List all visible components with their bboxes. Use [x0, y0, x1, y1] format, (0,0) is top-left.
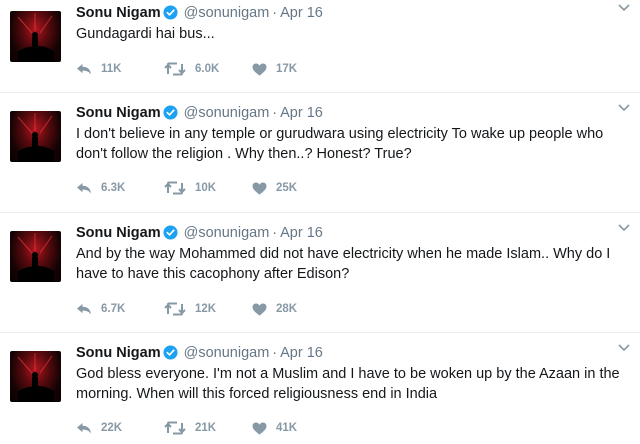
- tweet[interactable]: Sonu Nigam @sonunigam · Apr 16 Gundagardi …: [0, 0, 640, 93]
- tweet-text: And by the way Mohammed did not have ele…: [76, 246, 611, 282]
- separator-dot: ·: [272, 105, 278, 121]
- tweet-header: Sonu Nigam @sonunigam · Apr 16: [76, 343, 323, 363]
- heart-icon: [252, 63, 267, 76]
- separator-dot: ·: [272, 345, 278, 361]
- retweet-button[interactable]: 21K: [164, 421, 252, 435]
- reply-button[interactable]: 11K: [76, 63, 164, 76]
- heart-icon: [252, 422, 267, 435]
- reply-button[interactable]: 6.7K: [76, 303, 164, 316]
- like-count: 25K: [276, 182, 298, 194]
- reply-count: 22K: [101, 422, 123, 434]
- author-handle[interactable]: @sonunigam: [184, 5, 270, 21]
- verified-badge-icon: [163, 5, 178, 20]
- tweet-date[interactable]: Apr 16: [280, 5, 323, 21]
- like-button[interactable]: 28K: [252, 303, 332, 316]
- tweet-actions: 11K 6.0K 17K: [76, 62, 332, 76]
- retweet-button[interactable]: 10K: [164, 181, 252, 195]
- verified-badge-icon: [163, 345, 178, 360]
- retweet-button[interactable]: 6.0K: [164, 62, 252, 76]
- like-count: 28K: [276, 303, 298, 315]
- reply-button[interactable]: 6.3K: [76, 182, 164, 195]
- like-button[interactable]: 17K: [252, 63, 332, 76]
- retweet-count: 21K: [195, 422, 217, 434]
- verified-badge-icon: [163, 225, 178, 240]
- author-handle[interactable]: @sonunigam: [184, 225, 270, 241]
- author-handle[interactable]: @sonunigam: [184, 105, 270, 121]
- tweet-header: Sonu Nigam @sonunigam · Apr 16: [76, 3, 323, 23]
- chevron-down-icon[interactable]: [618, 104, 630, 112]
- avatar[interactable]: [10, 11, 61, 62]
- retweet-count: 12K: [195, 303, 217, 315]
- retweet-icon: [164, 181, 186, 195]
- avatar[interactable]: [10, 231, 61, 282]
- chevron-down-icon[interactable]: [618, 344, 630, 352]
- tweet[interactable]: Sonu Nigam @sonunigam · Apr 16 God bless e…: [0, 340, 640, 444]
- tweet-actions: 6.3K 10K 25K: [76, 181, 332, 195]
- retweet-count: 6.0K: [195, 63, 220, 75]
- tweet-header: Sonu Nigam @sonunigam · Apr 16: [76, 223, 323, 243]
- reply-icon: [77, 63, 91, 74]
- tweet-feed: Sonu Nigam @sonunigam · Apr 16 Gundagardi …: [0, 0, 640, 444]
- verified-badge-icon: [163, 105, 178, 120]
- tweet-header: Sonu Nigam @sonunigam · Apr 16: [76, 103, 323, 123]
- tweet-text: I don't believe in any temple or gurudwa…: [76, 126, 604, 162]
- tweet[interactable]: Sonu Nigam @sonunigam · Apr 16 And by the …: [0, 220, 640, 333]
- reply-button[interactable]: 22K: [76, 422, 164, 435]
- reply-icon: [77, 182, 91, 193]
- avatar[interactable]: [10, 351, 61, 402]
- tweet[interactable]: Sonu Nigam @sonunigam · Apr 16 I don't bel…: [0, 100, 640, 213]
- reply-count: 11K: [101, 63, 122, 75]
- author-name[interactable]: Sonu Nigam: [76, 225, 161, 241]
- like-button[interactable]: 41K: [252, 422, 332, 435]
- heart-icon: [252, 182, 267, 195]
- tweet-date[interactable]: Apr 16: [280, 225, 323, 241]
- retweet-icon: [164, 302, 186, 316]
- tweet-date[interactable]: Apr 16: [280, 105, 323, 121]
- retweet-icon: [164, 421, 186, 435]
- tweet-actions: 22K 21K 41K: [76, 421, 332, 435]
- reply-count: 6.7K: [101, 303, 126, 315]
- separator-dot: ·: [272, 225, 278, 241]
- reply-icon: [77, 422, 91, 433]
- tweet-text: God bless everyone. I'm not a Muslim and…: [76, 366, 620, 402]
- heart-icon: [252, 303, 267, 316]
- chevron-down-icon[interactable]: [618, 224, 630, 232]
- retweet-count: 10K: [195, 182, 217, 194]
- reply-icon: [77, 303, 91, 314]
- author-name[interactable]: Sonu Nigam: [76, 105, 161, 121]
- tweet-date[interactable]: Apr 16: [280, 345, 323, 361]
- avatar[interactable]: [10, 111, 61, 162]
- like-count: 41K: [276, 422, 298, 434]
- reply-count: 6.3K: [101, 182, 126, 194]
- tweet-actions: 6.7K 12K 28K: [76, 302, 332, 316]
- separator-dot: ·: [272, 5, 278, 21]
- tweet-text: Gundagardi hai bus...: [76, 26, 215, 42]
- author-handle[interactable]: @sonunigam: [184, 345, 270, 361]
- chevron-down-icon[interactable]: [618, 4, 630, 12]
- retweet-icon: [164, 62, 186, 76]
- like-button[interactable]: 25K: [252, 182, 332, 195]
- author-name[interactable]: Sonu Nigam: [76, 5, 161, 21]
- author-name[interactable]: Sonu Nigam: [76, 345, 161, 361]
- like-count: 17K: [276, 63, 298, 75]
- retweet-button[interactable]: 12K: [164, 302, 252, 316]
